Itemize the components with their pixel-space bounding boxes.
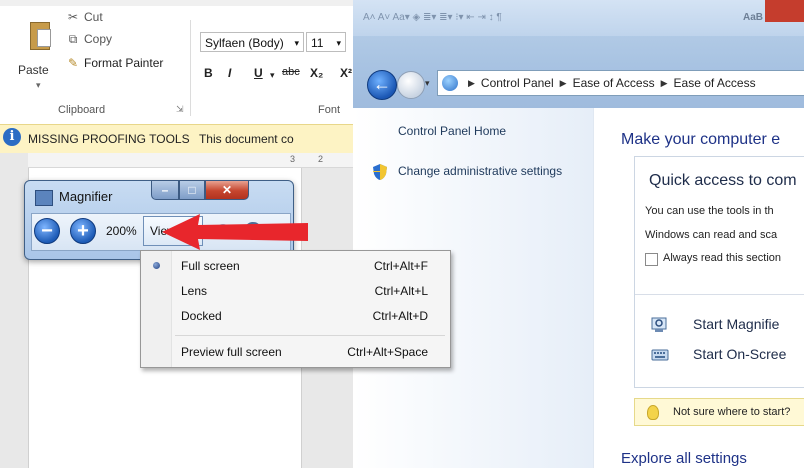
ruler-tick: 3 [290,154,296,164]
uac-shield-icon [373,164,387,180]
magnifier-title: Magnifier [59,189,113,204]
strikethrough-button[interactable]: abc [282,66,300,78]
menu-item-shortcut: Ctrl+Alt+L [374,284,428,298]
zoom-out-button[interactable]: − [34,218,60,244]
font-name-dropdown-icon: ▾ [294,38,299,48]
breadcrumb-ease-of-access-center[interactable]: Ease of Access [674,76,756,90]
address-bar[interactable]: ▶ Control Panel ▶ Ease of Access ▶ Ease … [437,70,804,96]
clipboard-group-label: Clipboard [58,104,106,116]
font-name-combo[interactable]: Sylfaen (Body) ▾ [200,32,304,52]
maximize-button[interactable]: □ [179,180,205,200]
change-admin-settings-link[interactable]: Change administrative settings [398,164,562,178]
copy-icon: ⧉ [68,32,78,46]
ruler[interactable]: 3 2 [28,153,380,168]
format-painter-button[interactable]: ✎ Format Painter [66,56,163,70]
section-divider [635,294,804,295]
font-name-value: Sylfaen (Body) [205,36,284,50]
start-magnifier-link[interactable]: Start Magnifie [693,316,779,332]
underline-button[interactable]: U [254,66,263,80]
window-controls: – □ ✕ [151,180,249,200]
always-read-checkbox[interactable] [645,253,658,266]
format-painter-label: Format Painter [84,56,164,70]
control-panel-home-link[interactable]: Control Panel Home [398,124,506,138]
menu-item-label: Preview full screen [181,345,282,359]
info-icon: i [3,128,21,146]
subscript-button[interactable]: X₂ [310,66,323,80]
chevron-right-icon[interactable]: ▶ [661,78,668,89]
paste-icon[interactable] [30,22,51,50]
superscript-button[interactable]: X² [340,66,352,80]
menu-item-label: Lens [181,284,208,298]
red-arrow-annotation [162,214,308,250]
minimize-button[interactable]: – [151,180,179,200]
ruler-tick: 2 [318,154,324,164]
menu-item-full-screen[interactable]: Full screen Ctrl+Alt+F [141,254,450,278]
paste-button[interactable]: Paste [18,63,49,77]
menu-item-label: Full screen [181,259,240,273]
ribbon-divider [190,20,191,116]
magnifier-close-button[interactable]: ✕ [205,180,249,200]
message-bar-text: MISSING PROOFING TOOLS This document co [28,132,294,146]
menu-item-label: Docked [181,309,222,323]
start-onscreen-keyboard-link[interactable]: Start On-Scree [693,346,786,362]
font-size-combo[interactable]: 11 ▾ [306,32,346,52]
breadcrumb-ease-of-access[interactable]: Ease of Access [573,76,655,90]
chevron-right-icon[interactable]: ▶ [560,78,567,89]
chevron-right-icon[interactable]: ▶ [468,78,475,89]
menu-item-docked[interactable]: Docked Ctrl+Alt+D [141,304,450,328]
menu-item-lens[interactable]: Lens Ctrl+Alt+L [141,279,450,303]
scissors-icon: ✂ [67,10,79,24]
font-size-value: 11 [311,36,324,50]
menu-separator [175,335,445,336]
font-group-label: Font [318,104,341,116]
bold-button[interactable]: B [204,66,213,80]
breadcrumb-control-panel[interactable]: Control Panel [481,76,554,90]
quick-access-text-2: Windows can read and sca [645,229,778,241]
close-button[interactable] [765,0,804,22]
selected-radio-icon [153,262,160,269]
message-bar: i MISSING PROOFING TOOLS This document c… [0,124,380,154]
menu-item-shortcut: Ctrl+Alt+Space [347,345,428,359]
message-bar-title: MISSING PROOFING TOOLS [28,132,190,146]
lightbulb-icon [647,405,659,420]
forward-button[interactable] [397,71,425,99]
page-title: Make your computer e [621,131,781,148]
quick-access-title: Quick access to com [649,172,797,189]
history-dropdown-icon[interactable]: ▾ [425,78,430,89]
copy-button[interactable]: ⧉ Copy [66,32,112,46]
clipboard-launcher-icon[interactable]: ⇲ [176,104,184,115]
magnifier-tool-icon [651,317,667,332]
zoom-in-button[interactable]: + [70,218,96,244]
paste-dropdown-icon[interactable]: ▾ [36,80,41,91]
copy-label: Copy [84,32,113,46]
cut-button[interactable]: ✂ Cut [66,10,103,24]
menu-item-shortcut: Ctrl+Alt+D [372,309,428,323]
keyboard-tool-icon [651,349,669,361]
window-ribbon-ghost: A˄ A˅ Aa▾ ◈ ≣▾ ≣▾ ⁝▾ ⇤ ⇥ ↕ ¶ AaB [353,0,804,36]
brush-icon: ✎ [67,56,79,70]
italic-button[interactable]: I [228,66,231,80]
menu-item-shortcut: Ctrl+Alt+F [373,259,428,273]
control-panel-icon [442,75,458,91]
explore-all-settings-heading: Explore all settings [621,450,747,467]
ribbon-top-strip [0,0,380,6]
magnifier-app-icon [35,190,53,206]
quick-access-text-1: You can use the tools in th [645,205,774,217]
menu-item-preview-full-screen[interactable]: Preview full screen Ctrl+Alt+Space [141,340,450,364]
always-read-label[interactable]: Always read this section [663,252,781,264]
cut-label: Cut [84,10,103,24]
underline-dropdown-icon[interactable]: ▾ [270,70,275,81]
font-size-dropdown-icon: ▾ [336,38,341,48]
zoom-level: 200% [106,224,137,238]
views-menu[interactable]: Full screen Ctrl+Alt+F Lens Ctrl+Alt+L D… [140,250,451,368]
tip-text[interactable]: Not sure where to start? [673,406,790,418]
control-panel-window: A˄ A˅ Aa▾ ◈ ≣▾ ≣▾ ⁝▾ ⇤ ⇥ ↕ ¶ AaB ← ▾ ▶ C… [353,0,804,468]
back-button[interactable]: ← [367,70,397,100]
message-bar-body: This document co [198,132,294,146]
